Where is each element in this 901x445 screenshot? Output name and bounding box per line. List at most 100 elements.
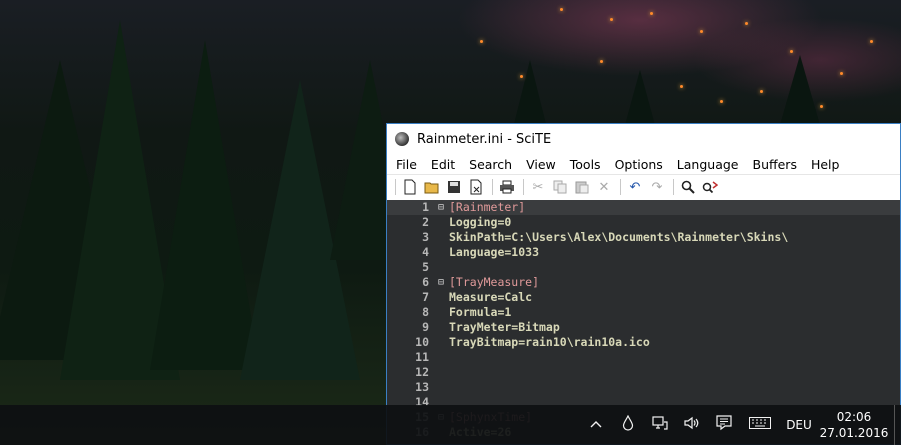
line-number: 3 [422, 230, 429, 244]
code-line[interactable]: 7 Measure=Calc [387, 290, 900, 305]
menu-help[interactable]: Help [804, 157, 847, 172]
fold-marker-icon [433, 320, 449, 335]
menu-options[interactable]: Options [608, 157, 670, 172]
line-number: 4 [422, 245, 429, 259]
toolbar: ✂ ✕ ↶ ↷ [387, 174, 900, 199]
code-text: Language=1033 [449, 245, 540, 259]
fire-ember [820, 105, 823, 108]
line-number: 7 [422, 290, 429, 304]
fire-ember [560, 8, 563, 11]
volume-icon[interactable] [676, 416, 708, 434]
line-number: 11 [415, 350, 429, 364]
title-bar[interactable]: Rainmeter.ini - SciTE [387, 124, 900, 154]
copy-icon[interactable] [550, 177, 570, 197]
show-desktop-button[interactable] [894, 405, 901, 445]
fire-ember [790, 50, 793, 53]
code-text: TrayBitmap=rain10\rain10a.ico [449, 335, 650, 349]
code-line[interactable]: 13 [387, 380, 900, 395]
fire-ember [610, 18, 613, 21]
code-line[interactable]: 3 SkinPath=C:\Users\Alex\Documents\Rainme… [387, 230, 900, 245]
fold-marker-icon [433, 230, 449, 245]
fire-ember [520, 75, 523, 78]
toolbar-separator [395, 179, 396, 195]
code-line[interactable]: 11 [387, 350, 900, 365]
section-header-text: [Rainmeter] [449, 200, 526, 214]
fold-marker-icon [433, 215, 449, 230]
paste-icon[interactable] [572, 177, 592, 197]
clock-date: 27.01.2016 [819, 426, 889, 440]
fold-marker-icon[interactable]: ⊟ [433, 200, 449, 215]
fold-marker-icon[interactable]: ⊟ [433, 275, 449, 290]
keyboard-icon[interactable] [740, 417, 780, 433]
code-line[interactable]: 9 TrayMeter=Bitmap [387, 320, 900, 335]
line-number: 12 [415, 365, 429, 379]
fire-ember [600, 60, 603, 63]
code-text: TrayMeter=Bitmap [449, 320, 560, 334]
code-line[interactable]: 12 [387, 365, 900, 380]
close-file-icon[interactable] [466, 177, 486, 197]
replace-icon[interactable] [700, 177, 720, 197]
system-tray: DEU 02:06 27.01.2016 [580, 405, 901, 445]
code-line[interactable]: 4 Language=1033 [387, 245, 900, 260]
line-number: 2 [422, 215, 429, 229]
code-text: SkinPath=C:\Users\Alex\Documents\Rainmet… [449, 230, 789, 244]
chevron-up-icon[interactable] [580, 417, 612, 433]
open-folder-icon[interactable] [422, 177, 442, 197]
scite-app-icon[interactable] [395, 132, 409, 146]
new-file-icon[interactable] [400, 177, 420, 197]
clock[interactable]: 02:06 27.01.2016 [818, 409, 890, 441]
menu-buffers[interactable]: Buffers [746, 157, 804, 172]
code-text: Logging=0 [449, 215, 512, 229]
fold-marker-icon [433, 365, 449, 380]
clock-time: 02:06 [836, 410, 872, 424]
fire-ember [760, 90, 763, 93]
line-number: 9 [422, 320, 429, 334]
fold-marker-icon [433, 335, 449, 350]
droplet-icon[interactable] [612, 414, 644, 435]
fire-ember [720, 100, 723, 103]
menu-language[interactable]: Language [670, 157, 746, 172]
fold-marker-icon [433, 380, 449, 395]
redo-icon[interactable]: ↷ [647, 177, 667, 197]
toolbar-separator [523, 179, 524, 195]
code-text: Measure=Calc [449, 290, 533, 304]
menu-file[interactable]: File [389, 157, 424, 172]
menu-tools[interactable]: Tools [563, 157, 608, 172]
code-text: Formula=1 [449, 305, 512, 319]
fire-ember [650, 12, 653, 15]
undo-icon[interactable]: ↶ [625, 177, 645, 197]
line-number: 10 [415, 335, 429, 349]
code-line[interactable]: 5 [387, 260, 900, 275]
line-number: 5 [422, 260, 429, 274]
line-number: 8 [422, 305, 429, 319]
menu-view[interactable]: View [519, 157, 563, 172]
toolbar-separator [620, 179, 621, 195]
code-line[interactable]: 10 TrayBitmap=rain10\rain10a.ico [387, 335, 900, 350]
cut-icon[interactable]: ✂ [528, 177, 548, 197]
fold-marker-icon [433, 305, 449, 320]
notification-icon[interactable] [708, 415, 740, 435]
code-line[interactable]: 6 ⊟ [TrayMeasure] [387, 275, 900, 290]
find-icon[interactable] [678, 177, 698, 197]
fold-marker-icon [433, 290, 449, 305]
line-number: 1 [422, 200, 429, 214]
toolbar-separator [673, 179, 674, 195]
line-number: 13 [415, 380, 429, 394]
menu-bar: File Edit Search View Tools Options Lang… [387, 154, 900, 174]
delete-icon[interactable]: ✕ [594, 177, 614, 197]
menu-search[interactable]: Search [462, 157, 519, 172]
print-icon[interactable] [497, 177, 517, 197]
menu-edit[interactable]: Edit [424, 157, 462, 172]
save-icon[interactable] [444, 177, 464, 197]
code-line[interactable]: 2 Logging=0 [387, 215, 900, 230]
window-title: Rainmeter.ini - SciTE [417, 131, 552, 147]
input-language[interactable]: DEU [780, 418, 818, 432]
fire-ember [700, 30, 703, 33]
code-line[interactable]: 1 ⊟ [Rainmeter] [387, 200, 900, 215]
code-line[interactable]: 8 Formula=1 [387, 305, 900, 320]
network-icon[interactable] [644, 416, 676, 434]
taskbar: DEU 02:06 27.01.2016 [0, 405, 901, 445]
scite-window[interactable]: Rainmeter.ini - SciTE File Edit Search V… [386, 123, 901, 445]
fire-ember [680, 85, 683, 88]
line-number: 6 [422, 275, 429, 289]
